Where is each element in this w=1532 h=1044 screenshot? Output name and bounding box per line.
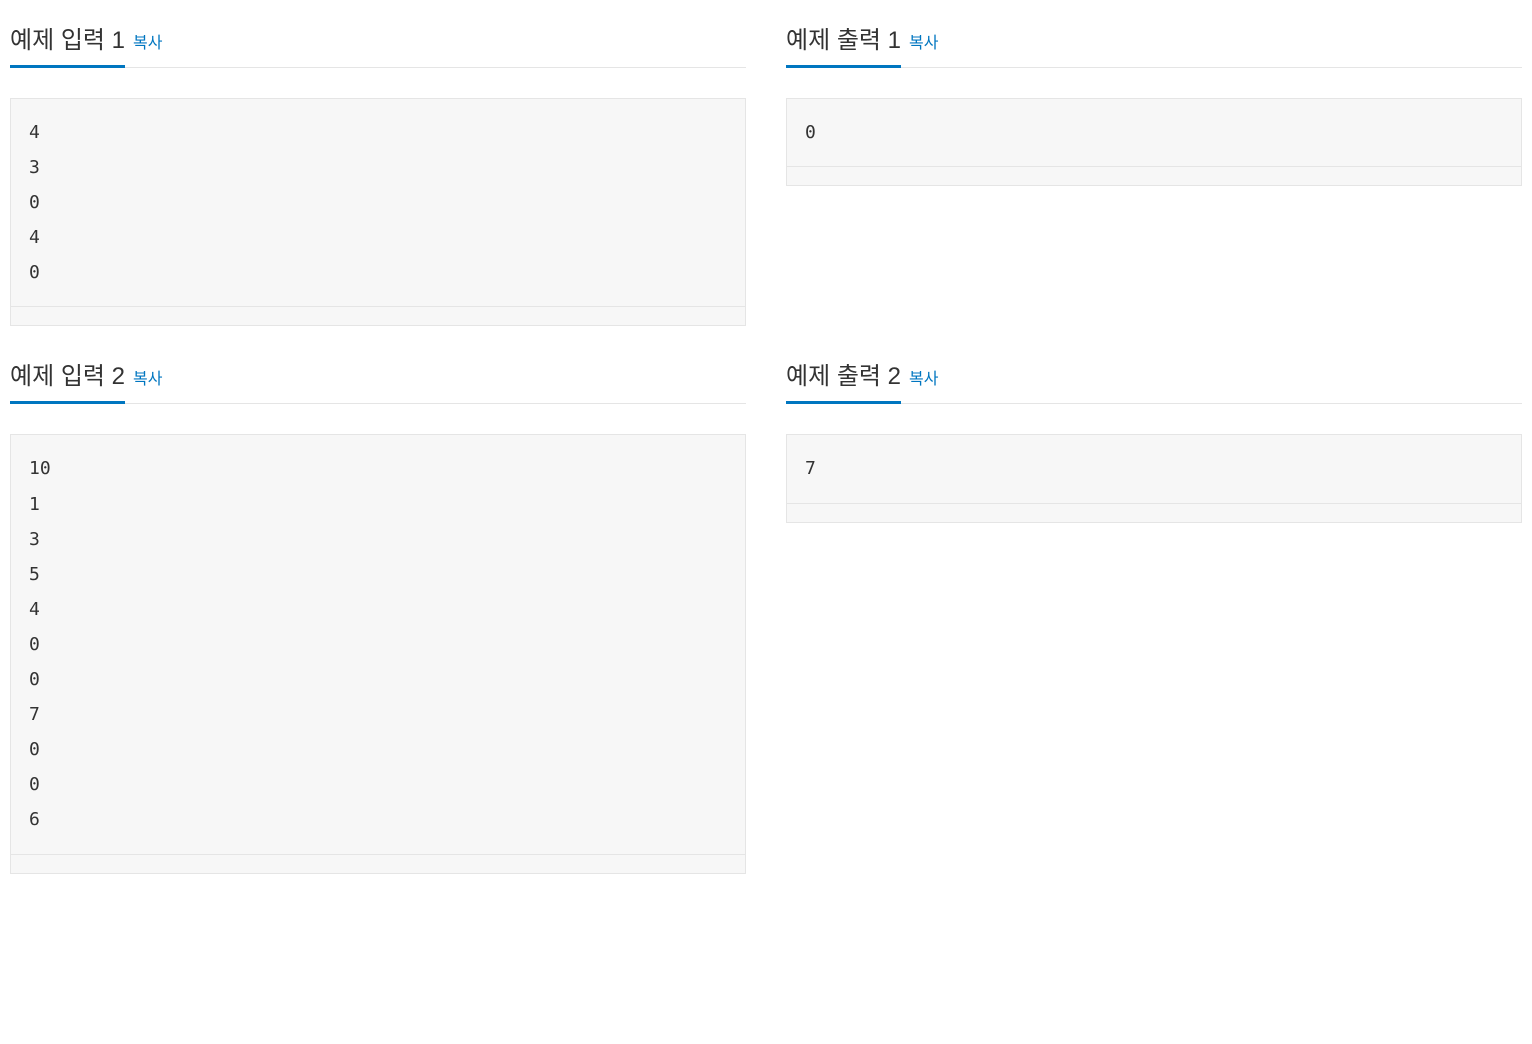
example-input-col-2: 예제 입력 2 복사 10 1 3 5 4 0 0 7 0 0 6 bbox=[10, 356, 746, 873]
example-row-1: 예제 입력 1 복사 4 3 0 4 0 예제 출력 1 복사 0 bbox=[10, 20, 1522, 326]
section-header: 예제 입력 1 복사 bbox=[10, 20, 746, 68]
code-footer bbox=[10, 306, 746, 326]
example-output-code[interactable]: 0 bbox=[786, 98, 1522, 167]
example-output-title: 예제 출력 2 bbox=[786, 356, 901, 404]
code-footer bbox=[786, 503, 1522, 523]
example-input-code[interactable]: 10 1 3 5 4 0 0 7 0 0 6 bbox=[10, 434, 746, 854]
example-output-code[interactable]: 7 bbox=[786, 434, 1522, 503]
example-input-title: 예제 입력 2 bbox=[10, 356, 125, 404]
examples-container: 예제 입력 1 복사 4 3 0 4 0 예제 출력 1 복사 0 예제 입력 … bbox=[10, 20, 1522, 874]
section-header: 예제 출력 1 복사 bbox=[786, 20, 1522, 68]
code-footer bbox=[10, 854, 746, 874]
section-header: 예제 출력 2 복사 bbox=[786, 356, 1522, 404]
example-input-col-1: 예제 입력 1 복사 4 3 0 4 0 bbox=[10, 20, 746, 326]
copy-button[interactable]: 복사 bbox=[133, 365, 162, 399]
example-input-title: 예제 입력 1 bbox=[10, 20, 125, 68]
copy-button[interactable]: 복사 bbox=[909, 365, 938, 399]
example-input-code[interactable]: 4 3 0 4 0 bbox=[10, 98, 746, 307]
code-footer bbox=[786, 166, 1522, 186]
copy-button[interactable]: 복사 bbox=[133, 29, 162, 63]
example-output-col-2: 예제 출력 2 복사 7 bbox=[786, 356, 1522, 873]
example-output-title: 예제 출력 1 bbox=[786, 20, 901, 68]
section-header: 예제 입력 2 복사 bbox=[10, 356, 746, 404]
example-output-col-1: 예제 출력 1 복사 0 bbox=[786, 20, 1522, 326]
example-row-2: 예제 입력 2 복사 10 1 3 5 4 0 0 7 0 0 6 예제 출력 … bbox=[10, 356, 1522, 873]
copy-button[interactable]: 복사 bbox=[909, 29, 938, 63]
